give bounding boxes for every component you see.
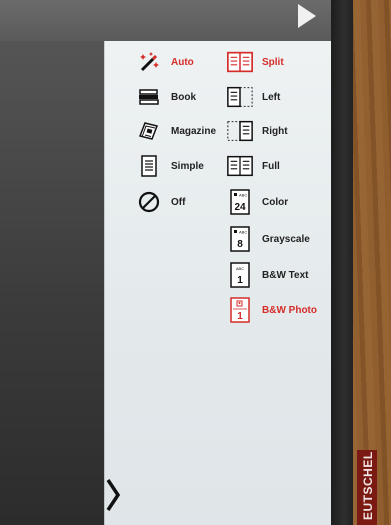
mode-magazine-item[interactable]: Magazine — [135, 116, 216, 146]
off-icon — [135, 190, 163, 214]
mode-auto-item[interactable]: Auto — [135, 47, 194, 77]
brand-text: EUTSCHEL — [361, 451, 375, 520]
bw-text-icon-small-text: ABC — [236, 266, 244, 271]
color-mode-item[interactable]: ABC 24 Color — [226, 187, 288, 217]
bw-photo-icon-number: 1 — [237, 311, 243, 322]
color-mode-label: Color — [262, 196, 289, 208]
magic-wand-icon — [135, 50, 163, 74]
simple-document-icon — [135, 154, 163, 178]
scan-options-panel: Auto Book Magazine Simple Off Split Left… — [104, 41, 331, 525]
bw-text-mode-label: B&W Text — [262, 269, 309, 281]
grayscale-mode-label: Grayscale — [262, 233, 310, 245]
color-mode-icon: ABC 24 — [226, 189, 254, 215]
page-left-item[interactable]: Left — [226, 82, 280, 112]
color-icon-number: 24 — [234, 202, 246, 213]
full-pages-icon — [226, 154, 254, 178]
grayscale-icon-number: 8 — [237, 239, 243, 250]
panel-collapse-chevron[interactable] — [104, 476, 122, 514]
mode-auto-label: Auto — [171, 56, 194, 68]
book-stack-icon — [135, 85, 163, 109]
page-full-item[interactable]: Full — [226, 151, 280, 181]
grayscale-icon-small-text: ABC — [239, 230, 247, 235]
grayscale-mode-item[interactable]: ABC 8 Grayscale — [226, 224, 310, 254]
bw-photo-mode-item[interactable]: 1 B&W Photo — [226, 295, 317, 325]
page-split-item[interactable]: Split — [226, 47, 284, 77]
device-bezel-right — [331, 0, 353, 525]
mode-magazine-label: Magazine — [171, 125, 217, 137]
preview-area — [0, 41, 104, 525]
grayscale-mode-icon: ABC 8 — [226, 226, 254, 252]
brand-label: EUTSCHEL — [357, 450, 377, 525]
bw-photo-mode-label: B&W Photo — [262, 304, 317, 316]
split-pages-icon — [226, 50, 254, 74]
page-right-item[interactable]: Right — [226, 116, 288, 146]
collapse-arrow-icon[interactable] — [298, 4, 316, 28]
chevron-right-icon — [106, 479, 121, 511]
mode-simple-item[interactable]: Simple — [135, 151, 204, 181]
magazine-icon — [135, 119, 163, 143]
mode-off-label: Off — [171, 196, 186, 208]
left-page-icon — [226, 85, 254, 109]
page-left-label: Left — [262, 91, 281, 103]
mode-simple-label: Simple — [171, 160, 204, 172]
mode-book-label: Book — [171, 91, 196, 103]
page-split-label: Split — [262, 56, 284, 68]
bw-text-mode-item[interactable]: ABC 1 B&W Text — [226, 260, 308, 290]
page-full-label: Full — [262, 160, 280, 172]
top-toolbar — [0, 0, 331, 41]
page-right-label: Right — [262, 125, 288, 137]
mode-book-item[interactable]: Book — [135, 82, 196, 112]
bw-text-icon-number: 1 — [237, 275, 243, 286]
color-icon-small-text: ABC — [239, 193, 247, 198]
bw-photo-mode-icon: 1 — [226, 297, 254, 323]
right-page-icon — [226, 119, 254, 143]
mode-off-item[interactable]: Off — [135, 187, 185, 217]
bw-text-mode-icon: ABC 1 — [226, 262, 254, 288]
